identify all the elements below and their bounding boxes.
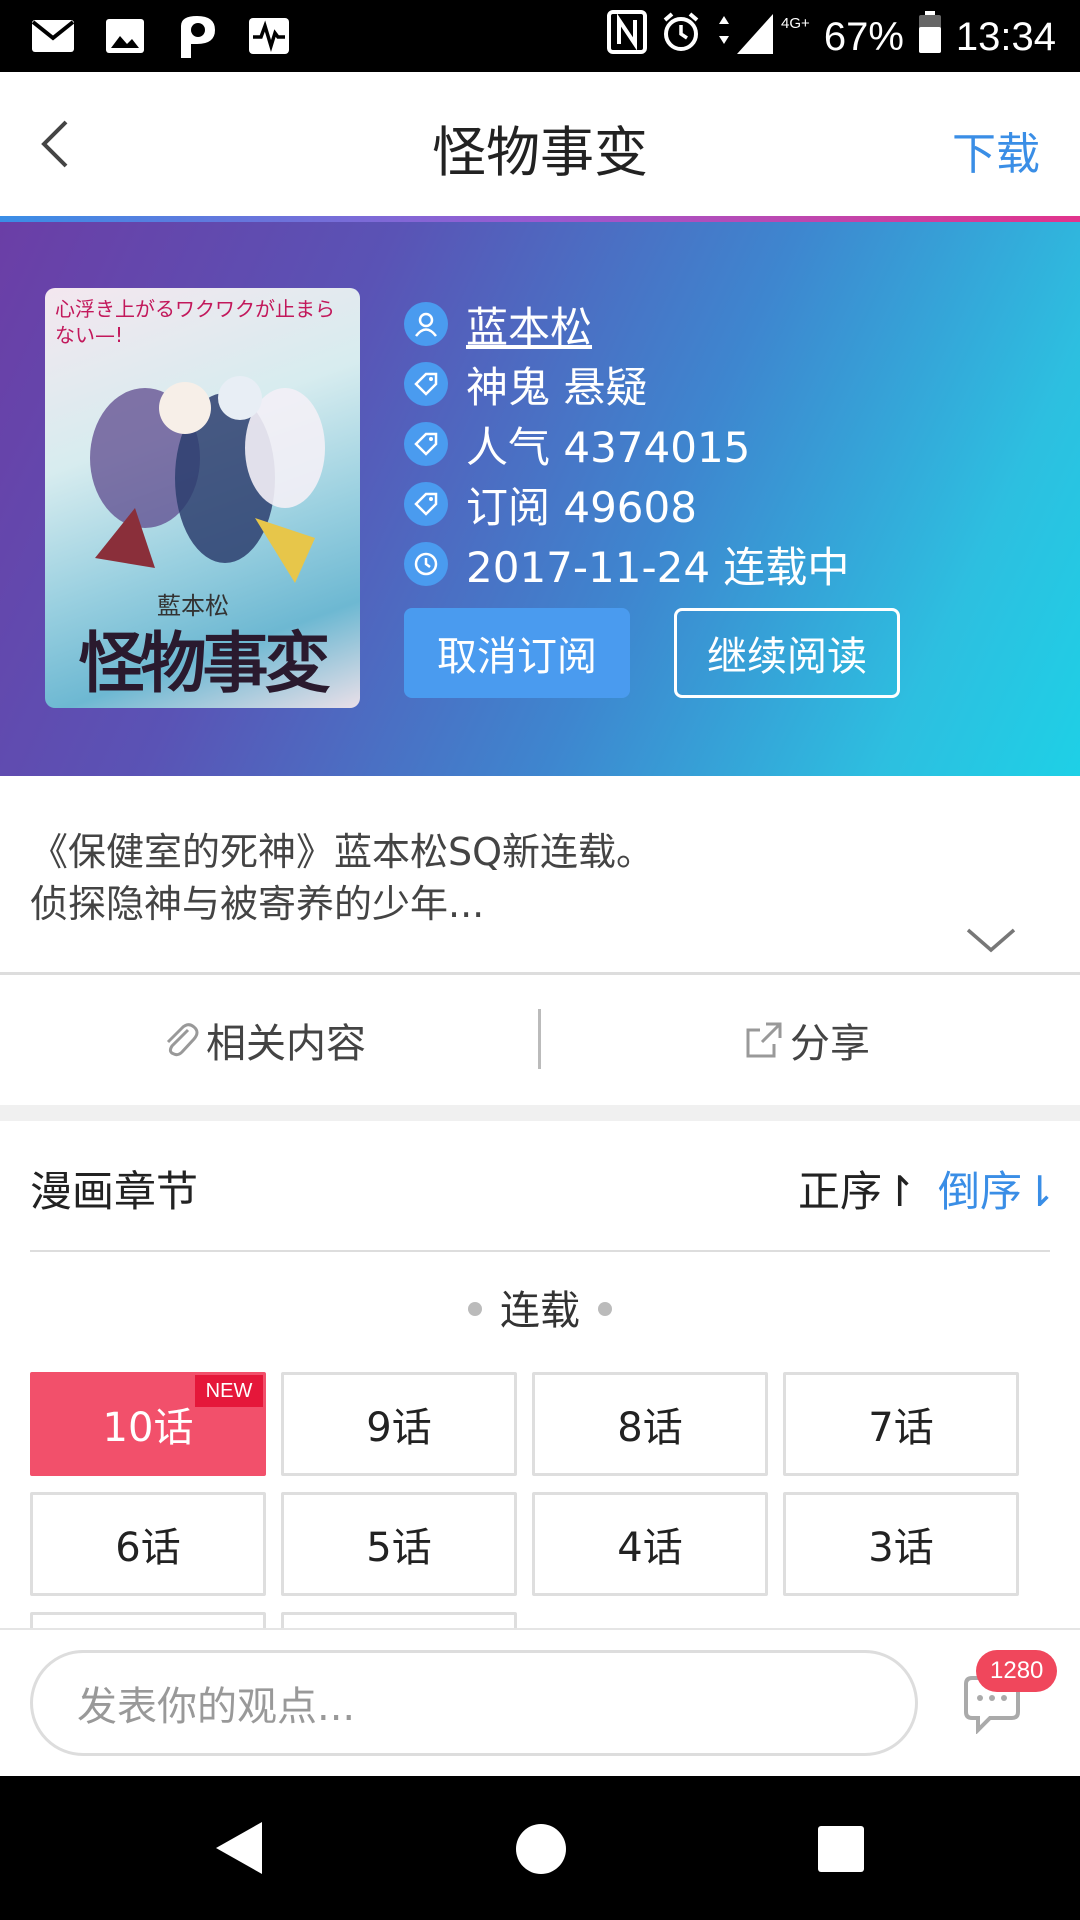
user-icon: [404, 302, 448, 346]
network-type: 4G+: [781, 14, 810, 32]
download-button[interactable]: 下载: [952, 118, 1040, 182]
chapter-label: 5话: [366, 1525, 432, 1571]
tag-icon: [404, 482, 448, 526]
author-link[interactable]: 蓝本松: [466, 294, 592, 355]
clock: 13:34: [955, 14, 1056, 59]
paperclip-icon: [166, 1023, 199, 1057]
p-app-icon: [174, 14, 220, 58]
chapter-button[interactable]: 10话 NEW: [30, 1372, 266, 1476]
comment-input[interactable]: 发表你的观点...: [30, 1650, 918, 1756]
chapter-label: 7话: [868, 1405, 934, 1451]
top-app-bar: 怪物事变 下载: [0, 72, 1080, 216]
divider: [538, 1009, 541, 1069]
divider: [30, 1250, 1050, 1252]
nfc-icon: [607, 10, 648, 64]
tags-text: 神鬼 悬疑: [466, 362, 648, 412]
clock-icon: [404, 542, 448, 586]
update-row: 2017-11-24 连载中: [404, 534, 849, 594]
unsubscribe-button[interactable]: 取消订阅: [404, 608, 630, 698]
cover-artwork: [90, 376, 325, 583]
section-label: 连载: [0, 1278, 1080, 1336]
chapter-button[interactable]: 7话: [783, 1372, 1019, 1476]
chapter-button[interactable]: 8话: [532, 1372, 768, 1476]
battery-icon: [918, 11, 942, 63]
chapter-label: 4话: [617, 1525, 683, 1571]
comment-bar: 发表你的观点... 1280: [0, 1628, 1080, 1776]
author-row: 蓝本松: [404, 294, 849, 354]
tag-icon: [404, 422, 448, 466]
chapter-button[interactable]: 6话: [30, 1492, 266, 1596]
chapter-button[interactable]: 9话: [281, 1372, 517, 1476]
popularity-text: 人气 4374015: [466, 422, 751, 472]
update-text: 2017-11-24 连载中: [466, 542, 850, 592]
chapter-label: 8话: [617, 1405, 683, 1451]
alarm-icon: [661, 12, 701, 62]
tag-icon: [404, 362, 448, 406]
description-line: 侦探隐神与被寄养的少年...: [30, 882, 485, 926]
sort-ascending-button[interactable]: 正序↾: [798, 1158, 917, 1219]
signal-icon: [715, 10, 775, 64]
system-nav-bar: [0, 1776, 1080, 1920]
image-icon: [102, 14, 148, 58]
subscriptions-row: 订阅 49608: [404, 474, 849, 534]
comic-cover[interactable]: 心浮き上がるワクワクが止まらない—! 藍本松 怪物事変: [45, 288, 360, 708]
comic-hero-banner: 心浮き上がるワクワクが止まらない—! 藍本松 怪物事変 蓝本松 神鬼 悬疑 人气…: [0, 216, 1080, 776]
comic-description: 《保健室的死神》蓝本松SQ新连载。 侦探隐神与被寄养的少年...: [30, 826, 1030, 930]
new-badge: NEW: [195, 1375, 263, 1407]
comment-count-badge: 1280: [976, 1650, 1058, 1692]
action-row: 相关内容 分享: [0, 975, 1080, 1105]
expand-description-button[interactable]: [964, 922, 1018, 958]
chevron-down-icon: [966, 928, 1016, 953]
chapter-label: 3话: [868, 1525, 934, 1571]
battery-percent: 67%: [823, 14, 904, 59]
share-button[interactable]: 分享: [744, 975, 870, 1105]
chapter-label: 6话: [115, 1525, 181, 1571]
chapter-label: 9话: [366, 1405, 432, 1451]
nav-recents-button[interactable]: [818, 1826, 864, 1872]
hero-accent-line: [0, 216, 1080, 222]
cover-tagline: 心浮き上がるワクワクが止まらない—!: [55, 297, 335, 347]
share-label: 分享: [790, 1021, 870, 1067]
related-content-label: 相关内容: [206, 1021, 366, 1067]
sort-descending-button[interactable]: 倒序⇂: [938, 1158, 1057, 1219]
comic-info: 蓝本松 神鬼 悬疑 人气 4374015 订阅 49608 2017-11-24…: [404, 294, 849, 594]
continue-reading-button[interactable]: 继续阅读: [674, 608, 900, 698]
chapters-title: 漫画章节: [30, 1167, 199, 1216]
dot-icon: [468, 1302, 482, 1316]
nav-home-button[interactable]: [516, 1824, 566, 1874]
nav-back-button[interactable]: [210, 1818, 266, 1882]
cover-title: 怪物事変: [78, 624, 331, 702]
mail-icon: [30, 14, 76, 58]
section-label-text: 连载: [500, 1288, 580, 1334]
subscriptions-text: 订阅 49608: [466, 482, 697, 532]
share-icon: [746, 1022, 782, 1058]
popularity-row: 人气 4374015: [404, 414, 849, 474]
tags-row: 神鬼 悬疑: [404, 354, 849, 414]
page-title: 怪物事变: [432, 121, 648, 184]
related-content-button[interactable]: 相关内容: [160, 975, 366, 1105]
status-bar: 4G+ 67% 13:34: [0, 0, 1080, 72]
chapter-button[interactable]: 3话: [783, 1492, 1019, 1596]
chapter-label: 10话: [102, 1405, 194, 1451]
section-gap: [0, 1105, 1080, 1121]
description-line: 《保健室的死神》蓝本松SQ新连载。: [30, 830, 655, 874]
triangle-back-icon: [216, 1822, 262, 1874]
chapter-button[interactable]: 4话: [532, 1492, 768, 1596]
chapter-button[interactable]: 5话: [281, 1492, 517, 1596]
dot-icon: [598, 1302, 612, 1316]
pulse-icon: [246, 14, 292, 58]
